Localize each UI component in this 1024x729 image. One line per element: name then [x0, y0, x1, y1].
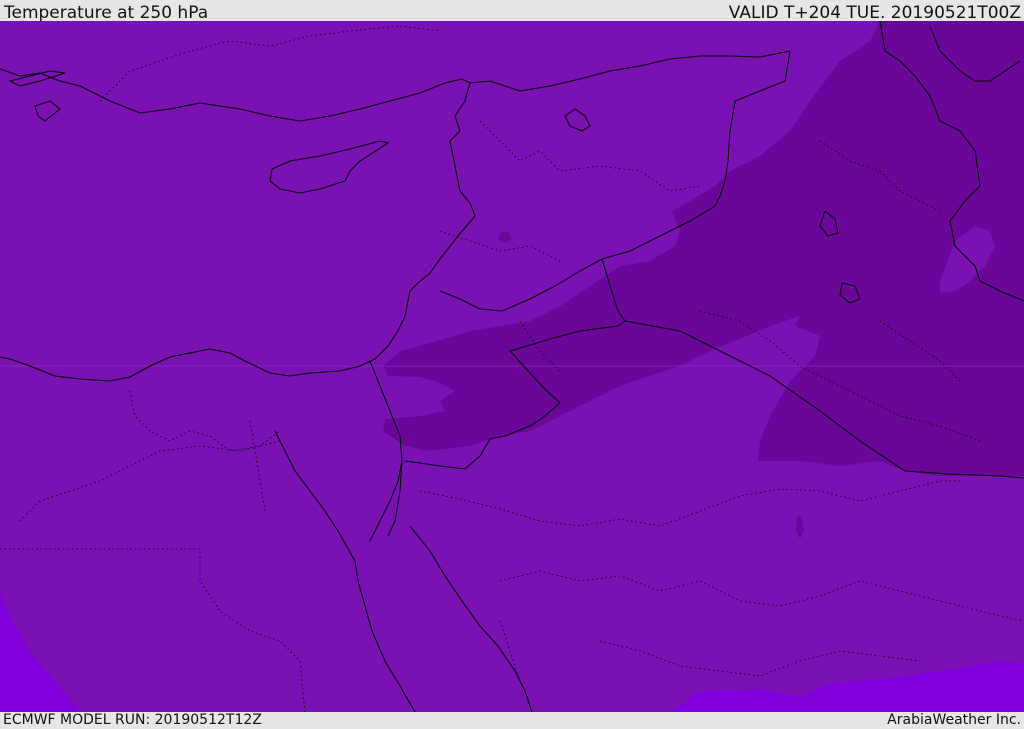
valid-time: VALID T+204 TUE. 20190521T00Z	[728, 3, 1021, 23]
weather-map[interactable]	[0, 21, 1024, 712]
map-title: Temperature at 250 hPa	[4, 3, 209, 23]
model-run: ECMWF MODEL RUN: 20190512T12Z	[3, 712, 262, 728]
credit-text: ArabiaWeather Inc.	[887, 712, 1021, 728]
footer-bar: ECMWF MODEL RUN: 20190512T12Z ArabiaWeat…	[0, 712, 1024, 729]
map-canvas	[0, 21, 1024, 712]
header-bar: Temperature at 250 hPa VALID T+204 TUE. …	[0, 0, 1024, 23]
